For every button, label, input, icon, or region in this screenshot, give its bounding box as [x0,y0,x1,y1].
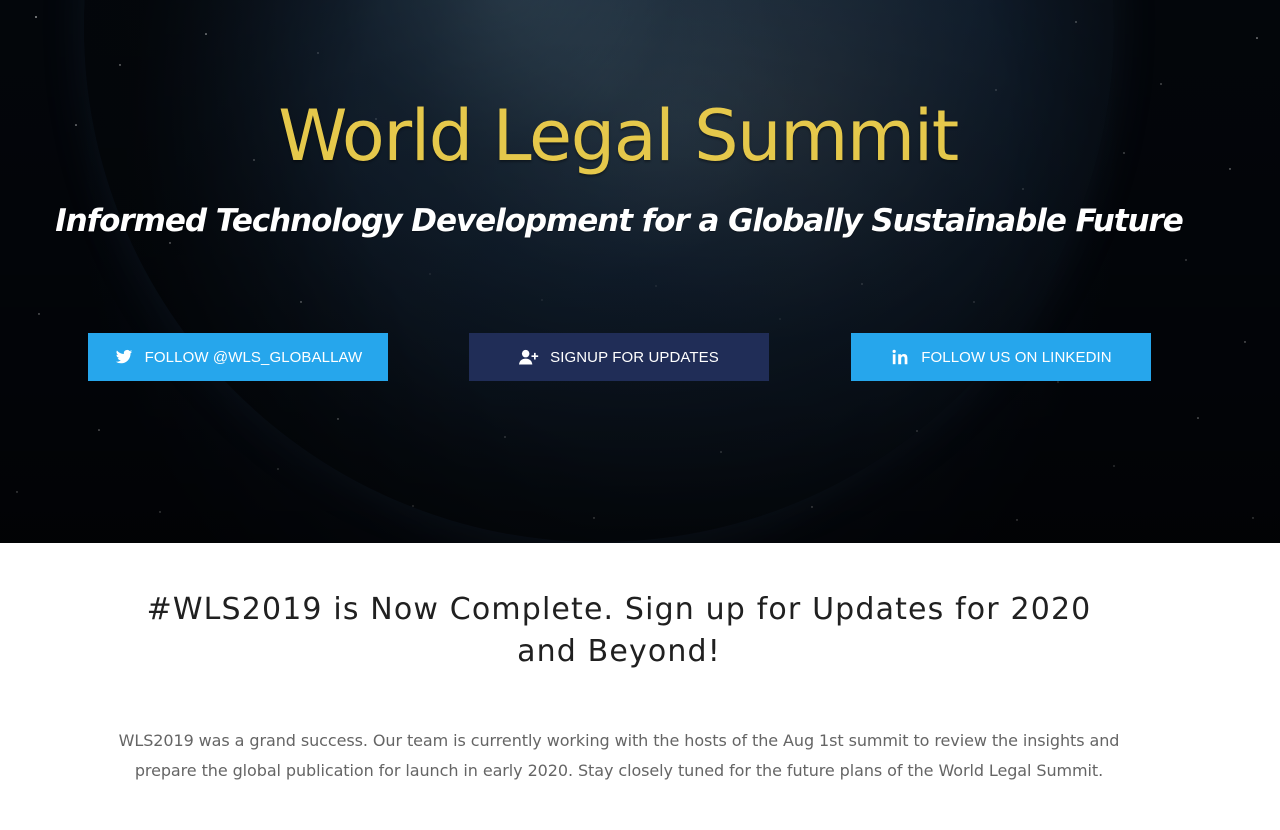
signup-updates-label: SIGNUP FOR UPDATES [550,348,719,366]
announcement-section: #WLS2019 is Now Complete. Sign up for Up… [0,543,1280,830]
follow-linkedin-button[interactable]: FOLLOW US ON LINKEDIN [851,333,1151,381]
hero-overlay [0,0,1280,543]
twitter-icon [114,348,134,366]
landing-page: World Legal Summit Informed Technology D… [0,0,1280,830]
follow-twitter-button[interactable]: FOLLOW @WLS_GLOBALLAW [88,333,388,381]
user-plus-icon [519,348,539,366]
follow-twitter-label: FOLLOW @WLS_GLOBALLAW [144,348,363,366]
hero-section: World Legal Summit Informed Technology D… [0,0,1280,543]
announcement-heading: #WLS2019 is Now Complete. Sign up for Up… [146,592,1092,669]
signup-updates-button[interactable]: SIGNUP FOR UPDATES [469,333,769,381]
hero-subtitle: Informed Technology Development for a Gl… [55,203,1184,239]
announcement-body: WLS2019 was a grand success. Our team is… [118,731,1120,780]
follow-linkedin-label: FOLLOW US ON LINKEDIN [921,348,1112,366]
linkedin-icon [890,348,910,366]
hero-title: World Legal Summit [278,95,959,177]
